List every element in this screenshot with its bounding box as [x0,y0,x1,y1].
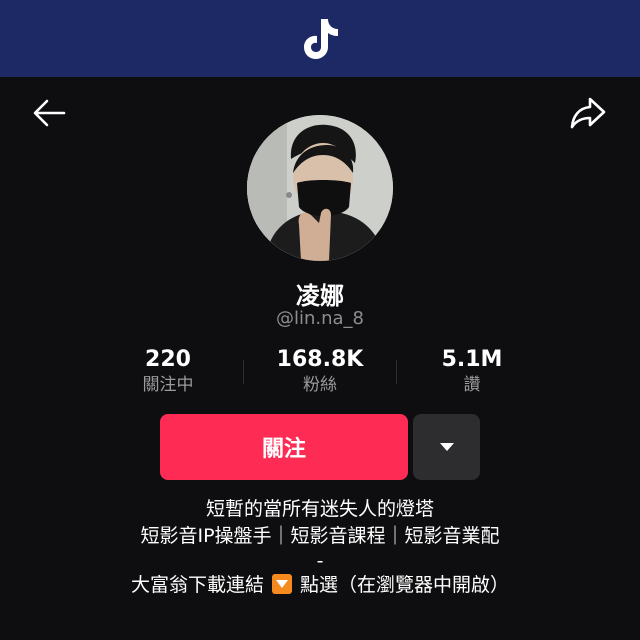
share-icon[interactable] [568,94,608,132]
stat-followers-value: 168.8K [276,347,364,372]
bio-line-4-text: 大富翁下載連結 [130,574,270,596]
dropdown-triangle-icon [439,443,454,451]
bio-line-4-text-after: 點選（在瀏覽器中開啟） [294,574,510,596]
profile-bio: 短暫的當所有迷失人的燈塔 短影音IP操盤手｜短影音課程｜短影音業配 - 大富翁下… [0,496,640,599]
bio-line-3: - [316,550,324,572]
profile-avatar[interactable] [247,115,393,261]
stat-following[interactable]: 220 關注中 [88,346,248,396]
down-arrow-emoji-icon [272,574,292,594]
stat-followers[interactable]: 168.8K 粉絲 [240,346,400,396]
tiktok-logo-icon [304,18,338,59]
follow-button[interactable]: 關注 [160,414,408,480]
bio-line-4[interactable]: 大富翁下載連結 點選（在瀏覽器中開啟） [0,572,640,599]
app-header [0,0,640,77]
profile-handle: @lin.na_8 [275,308,365,329]
stat-following-value: 220 [145,347,191,372]
profile-name: 凌娜 [296,282,344,310]
stat-following-label: 關注中 [142,375,194,395]
back-arrow-icon[interactable] [30,94,68,132]
stat-likes-label: 讚 [463,375,481,395]
more-options-button[interactable] [413,414,480,480]
stat-likes[interactable]: 5.1M 讚 [392,346,552,396]
bio-line-1: 短暫的當所有迷失人的燈塔 [205,498,434,520]
stat-likes-value: 5.1M [441,347,503,372]
bio-line-2: 短影音IP操盤手｜短影音課程｜短影音業配 [140,525,500,547]
stat-followers-label: 粉絲 [303,375,337,395]
